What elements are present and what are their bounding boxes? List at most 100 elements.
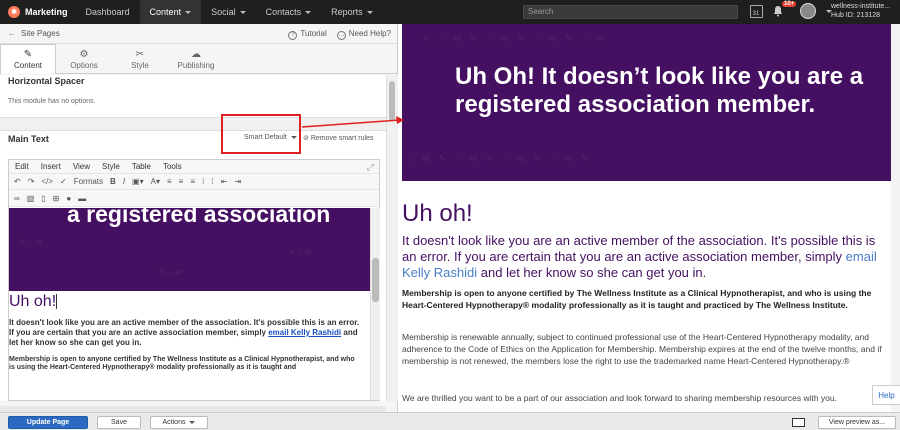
preview-scrollbar[interactable] <box>891 24 900 412</box>
bottom-action-bar: Update Page Save Actions View preview as… <box>0 412 900 430</box>
chevron-down-icon <box>189 421 196 424</box>
tutorial-label: Tutorial <box>300 29 327 38</box>
fullscreen-icon[interactable]: ⤢ <box>367 162 374 173</box>
outdent-icon[interactable]: ⇤ <box>221 177 228 186</box>
preview-heading: Uh oh! <box>402 200 473 227</box>
personalize-icon[interactable]: ● <box>66 194 71 203</box>
calendar-day: 31 <box>752 10 760 17</box>
nav-social[interactable]: Social <box>201 0 256 24</box>
cta-icon[interactable]: ▬ <box>78 194 86 203</box>
preview-bold-paragraph: Membership is open to anyone certified b… <box>402 288 872 310</box>
email-kelly-link[interactable]: email Kelly Rashidi <box>268 328 341 337</box>
tab-content-label: Content <box>13 61 43 70</box>
menu-style[interactable]: Style <box>102 162 120 171</box>
highlight-color-icon[interactable]: ▣▾ <box>132 177 144 186</box>
account-info[interactable]: wellness-institute... Hub ID: 213128 <box>831 2 890 20</box>
annotation-arrow-icon <box>301 116 404 128</box>
desktop-preview-icon[interactable] <box>792 418 805 427</box>
text-cursor <box>56 294 58 310</box>
tab-style[interactable]: ✂ Style <box>112 44 168 74</box>
actions-dropdown[interactable]: Actions <box>150 416 208 429</box>
editor-paragraph-2: Membership is open to anyone certified b… <box>9 356 355 371</box>
search-input[interactable]: Search <box>523 5 738 19</box>
menu-insert[interactable]: Insert <box>41 162 61 171</box>
editor-menubar: Edit Insert View Style Table Tools <box>9 160 379 174</box>
editor-sidebar: ← Site Pages ? Tutorial … Need Help? ✎ Cont… <box>0 24 398 414</box>
nav-content[interactable]: Content <box>139 0 202 24</box>
tab-publishing[interactable]: ☁ Publishing <box>168 44 224 74</box>
italic-icon[interactable]: I <box>123 177 125 186</box>
editor-tabs: ✎ Content ⚙ Options ✂ Style ☁ Publishing <box>0 44 398 74</box>
align-center-icon[interactable]: ≡ <box>179 177 184 186</box>
chat-icon: … <box>336 31 346 40</box>
bell-icon <box>774 6 782 17</box>
top-icons: 31 10+ <box>748 1 832 19</box>
tab-publishing-label: Publishing <box>177 60 215 70</box>
editor-scroll-thumb[interactable] <box>372 258 379 302</box>
file-icon[interactable]: ▯ <box>41 194 45 203</box>
redo-icon[interactable]: ↷ <box>28 177 35 186</box>
chevron-down-icon <box>305 10 312 14</box>
help-tab[interactable]: Help <box>872 385 900 405</box>
menu-view[interactable]: View <box>73 162 90 171</box>
nav-dashboard[interactable]: Dashboard <box>76 0 140 24</box>
tab-style-label: Style <box>131 60 149 70</box>
tutorial-link[interactable]: ? Tutorial <box>288 29 327 40</box>
notification-badge: 10+ <box>782 1 797 7</box>
sprocket-icon: ✱ <box>8 6 20 18</box>
spacer-note: This module has no options. <box>8 98 96 105</box>
align-left-icon[interactable]: ≡ <box>167 177 172 186</box>
preview-paragraph-2: We are thrilled you want to be a part of… <box>402 393 837 403</box>
nav-contacts[interactable]: Contacts <box>256 0 322 24</box>
editor-paragraph-1: It doesn't look like you are an active m… <box>9 318 361 348</box>
cloud-icon: ☁ <box>191 48 201 60</box>
image-icon[interactable]: ▧ <box>27 194 35 203</box>
pattern-icon: ✎ ⌂ ✉ <box>289 248 312 257</box>
pattern-icon: ⌂ ✉ ✎ ⌂ ✉ ✎ ⌂ ✉ ✎ ⌂ ✉ ✎ <box>407 154 590 165</box>
avatar[interactable] <box>800 3 816 19</box>
preview-lead-paragraph: It doesn't look like you are an active m… <box>402 233 890 281</box>
tab-content[interactable]: ✎ Content <box>0 44 56 74</box>
gear-icon: ⚙ <box>79 48 89 60</box>
bold-icon[interactable]: B <box>110 177 116 186</box>
nav-dashboard-label: Dashboard <box>85 7 130 17</box>
chevron-down-icon <box>366 10 373 14</box>
editor-content-area[interactable]: ✎ ⌂ ✉ ✎ ⌂ ✉ ✎ ⌂ ✉ a registered associati… <box>9 208 370 400</box>
source-code-icon[interactable]: </> <box>41 177 53 186</box>
view-preview-button[interactable]: View preview as... <box>818 416 896 429</box>
link-icon[interactable]: ∞ <box>14 194 20 203</box>
update-page-button[interactable]: Update Page <box>8 416 88 429</box>
need-help-link[interactable]: … Need Help? <box>336 29 391 40</box>
formats-dropdown[interactable]: Formats <box>74 177 103 186</box>
hubspot-logo[interactable]: ✱ Marketing <box>0 0 76 24</box>
bullet-list-icon[interactable]: ⁝ <box>202 177 205 186</box>
breadcrumb-label: Site Pages <box>21 29 60 38</box>
notifications-icon[interactable]: 10+ <box>770 1 797 19</box>
account-name: wellness-institute... <box>831 3 891 10</box>
menu-edit[interactable]: Edit <box>15 162 29 171</box>
menu-tools[interactable]: Tools <box>163 162 182 171</box>
save-button[interactable]: Save <box>97 416 141 429</box>
chevron-down-icon <box>239 10 246 14</box>
editor-toolbar-row1: ↶ ↷ </> ✓ Formats B I ▣▾ A▾ ≡ ≡ ≡ ⁝ ⁞ ⇤ … <box>9 174 379 190</box>
numbered-list-icon[interactable]: ⁞ <box>212 177 214 186</box>
nav-contacts-label: Contacts <box>265 7 302 17</box>
tab-options[interactable]: ⚙ Options <box>56 44 112 74</box>
text-color-icon[interactable]: A▾ <box>151 177 160 186</box>
table-icon[interactable]: ⊞ <box>53 194 60 203</box>
preview-hero-title: Uh Oh! It doesn’t look like you are a re… <box>455 63 864 118</box>
align-right-icon[interactable]: ≡ <box>190 177 195 186</box>
indent-icon[interactable]: ⇥ <box>234 177 241 186</box>
menu-table[interactable]: Table <box>132 162 151 171</box>
pencil-icon: ✎ <box>23 49 33 60</box>
spellcheck-icon[interactable]: ✓ <box>60 177 67 186</box>
nav-reports[interactable]: Reports <box>321 0 383 24</box>
undo-icon[interactable]: ↶ <box>14 177 21 186</box>
preview-paragraph: Membership is renewable annually, subjec… <box>402 332 882 366</box>
actions-label: Actions <box>162 419 186 426</box>
calendar-icon[interactable]: 31 <box>748 3 764 19</box>
editor-scrollbar[interactable] <box>370 208 380 400</box>
editor-heading: Uh oh! <box>9 293 58 311</box>
help-links: ? Tutorial … Need Help? <box>288 29 391 40</box>
nav-reports-label: Reports <box>331 7 363 17</box>
